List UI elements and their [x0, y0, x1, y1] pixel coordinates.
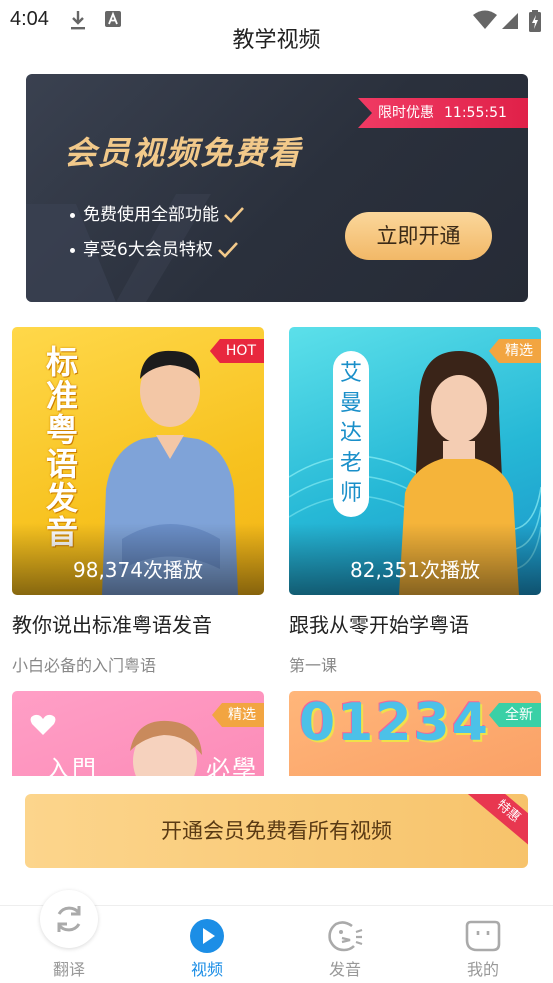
nav-label: 发音 [328, 960, 361, 979]
play-count: 98,374次播放 [73, 558, 203, 582]
video-thumbnail[interactable]: 入門 必學 精选 [12, 691, 264, 776]
check-icon [217, 242, 238, 258]
vip-banner-title: 会员视频免费看 [64, 134, 303, 172]
pronounce-icon [328, 921, 363, 952]
countdown-timer: 11:55:51 [444, 105, 507, 121]
thumbnail-caption-right: 必學 [206, 755, 258, 776]
featured-badge: 精选 [212, 703, 264, 727]
video-subtitle: 小白必备的入门粤语 [12, 656, 157, 675]
nav-label: 视频 [190, 960, 223, 979]
play-icon [190, 919, 224, 953]
open-vip-button[interactable]: 立即开通 [345, 212, 492, 260]
vip-banner[interactable]: 限时优惠 11:55:51 会员视频免费看 免费使用全部功能 享受6大会员特权 立… [26, 74, 528, 302]
thumbnail-caption: 01234 [299, 693, 490, 753]
promo-label: 限时优惠 [378, 105, 434, 121]
nav-item-profile[interactable]: 我的 [414, 906, 552, 983]
nav-item-pronounce[interactable]: 发音 [276, 906, 414, 983]
featured-badge: 精选 [489, 339, 541, 363]
video-thumbnail[interactable]: 01234 全新 [289, 691, 541, 776]
refresh-icon [57, 906, 81, 932]
translate-fab[interactable] [40, 890, 98, 948]
video-thumbnail[interactable]: 艾曼达老师 精选 82,351次播放 [289, 327, 541, 595]
thumbnail-caption: 艾曼达老师 [333, 351, 369, 517]
play-count: 82,351次播放 [350, 558, 480, 582]
bullet-icon [70, 247, 75, 253]
vip-feature-2: 享受6大会员特权 [70, 235, 239, 260]
thumbnail-caption: 标准粤语发音 [46, 343, 79, 549]
open-vip-cta-button[interactable]: 开通会员免费看所有视频 特惠 [25, 794, 528, 868]
check-icon [224, 207, 244, 223]
nav-label: 翻译 [52, 960, 85, 979]
video-title[interactable]: 教你说出标准粤语发音 [12, 609, 212, 638]
teacher-photo [130, 720, 202, 776]
bullet-icon [70, 212, 75, 218]
thumbnail-caption-left: 入門 [46, 755, 98, 776]
promo-countdown-tag: 限时优惠 11:55:51 [358, 98, 528, 128]
video-card[interactable]: 标准粤语发音 HOT 98,374次播放 教你说出标准粤语发音 小白必备的入门粤… [12, 327, 264, 675]
heart-icon [30, 714, 56, 735]
hot-badge: HOT [209, 339, 264, 363]
video-subtitle: 第一课 [289, 656, 338, 675]
video-title[interactable]: 跟我从零开始学粤语 [289, 609, 469, 638]
vip-feature-label: 享受6大会员特权 [83, 240, 213, 260]
profile-icon [465, 920, 501, 952]
page-title: 教学视频 [232, 28, 321, 53]
video-card[interactable]: 艾曼达老师 精选 82,351次播放 跟我从零开始学粤语 第一课 [289, 327, 541, 675]
new-badge: 全新 [489, 703, 541, 727]
vip-feature-1: 免费使用全部功能 [70, 200, 245, 225]
nav-item-video[interactable]: 视频 [138, 906, 276, 983]
video-card[interactable]: 入門 必學 精选 [12, 691, 264, 776]
video-thumbnail[interactable]: 标准粤语发音 HOT 98,374次播放 [12, 327, 264, 595]
video-card[interactable]: 01234 全新 [289, 691, 541, 776]
vip-feature-label: 免费使用全部功能 [83, 205, 219, 225]
nav-label: 我的 [466, 960, 499, 979]
cta-label: 开通会员免费看所有视频 [161, 819, 392, 843]
